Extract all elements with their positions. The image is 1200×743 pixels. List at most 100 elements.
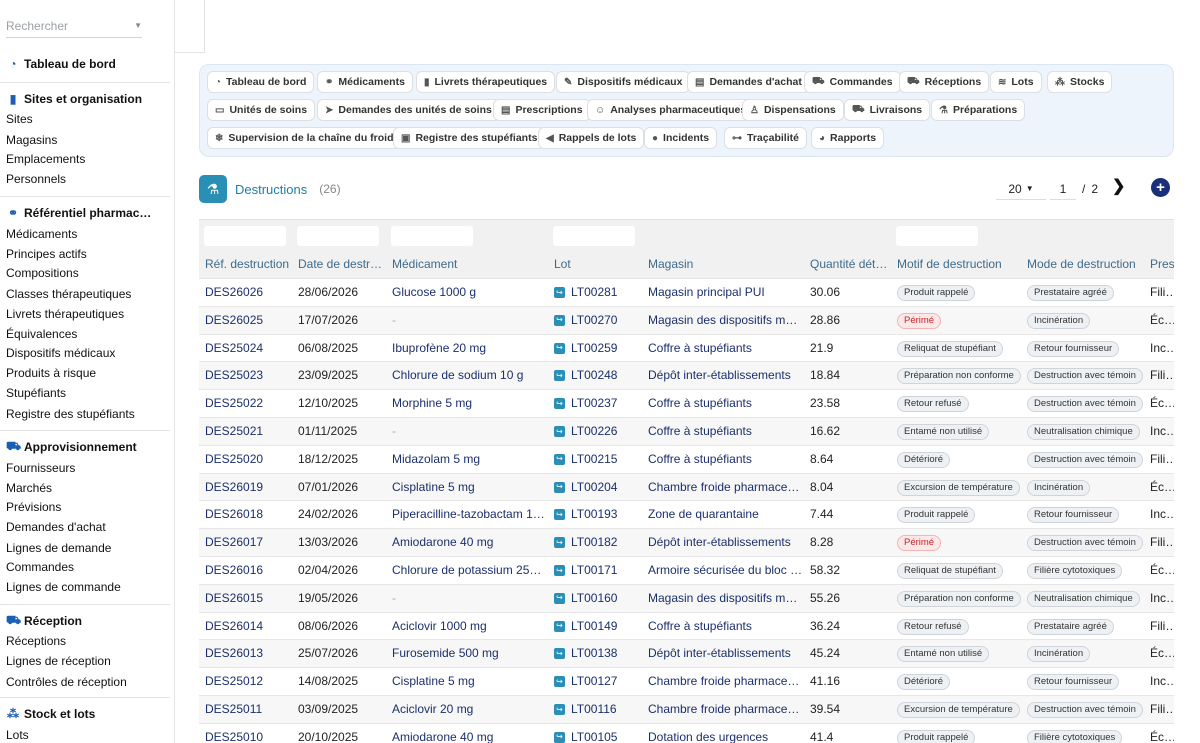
table-row[interactable]: DES25024 06/08/2025 Ibuprofène 20 mg ↪ LT002… xyxy=(199,333,1174,362)
store-link[interactable]: Magasin des dispositifs méd… xyxy=(648,585,803,612)
table-row[interactable]: DES25011 03/09/2025 Aciclovir 20 mg ↪ LT0011… xyxy=(199,695,1174,723)
page-size-select[interactable]: 20 ▼ xyxy=(996,178,1046,200)
lot-link[interactable]: ↪ LT00149 xyxy=(554,613,644,640)
destruction-ref-link[interactable]: DES25024 xyxy=(205,335,295,362)
store-link[interactable]: Chambre froide pharmaceut… xyxy=(648,696,803,723)
medication-link[interactable]: Amiodarone 40 mg xyxy=(392,529,547,556)
nav-pill-medicaments[interactable]: ⚭ Médicaments xyxy=(317,71,413,93)
sidebar-item-demandes-d-achat[interactable]: Demandes d'achat xyxy=(6,520,106,534)
lot-link[interactable]: ↪ LT00171 xyxy=(554,557,644,584)
sidebar-item-equivalences[interactable]: Équivalences xyxy=(6,327,77,341)
nav-pill-livraisons[interactable]: ⛟ Livraisons xyxy=(844,99,931,121)
nav-pill-preparations[interactable]: ⚗ Préparations xyxy=(931,99,1026,121)
store-link[interactable]: Coffre à stupéfiants xyxy=(648,335,803,362)
sidebar-item-produits-a-risque[interactable]: Produits à risque xyxy=(6,366,96,380)
nav-pill-receptions[interactable]: ⛟ Réceptions xyxy=(899,71,990,93)
table-row[interactable]: DES25020 18/12/2025 Midazolam 5 mg ↪ LT00215… xyxy=(199,444,1174,473)
sidebar-item-receptions[interactable]: Réceptions xyxy=(6,634,66,648)
medication-link[interactable]: Amiodarone 40 mg xyxy=(392,724,547,743)
sidebar-item-magasins[interactable]: Magasins xyxy=(6,133,57,147)
lot-link[interactable]: ↪ LT00160 xyxy=(554,585,644,612)
caret-down-icon[interactable]: ▼ xyxy=(134,21,142,30)
chevron-right-icon[interactable]: ❯ xyxy=(1112,176,1125,196)
medication-link[interactable]: Glucose 1000 g xyxy=(392,279,547,306)
nav-pill-lots[interactable]: ≋ Lots xyxy=(990,71,1042,93)
table-row[interactable]: DES26019 07/01/2026 Cisplatine 5 mg ↪ LT0020… xyxy=(199,472,1174,501)
table-row[interactable]: DES26017 13/03/2026 Amiodarone 40 mg ↪ LT001… xyxy=(199,528,1174,557)
store-link[interactable]: Coffre à stupéfiants xyxy=(648,613,803,640)
destruction-ref-link[interactable]: DES26015 xyxy=(205,585,295,612)
table-row[interactable]: DES25010 20/10/2025 Amiodarone 40 mg ↪ LT001… xyxy=(199,722,1174,743)
medication-link[interactable]: Piperacilline-tazobactam 10 … xyxy=(392,501,547,528)
store-link[interactable]: Chambre froide pharmaceut… xyxy=(648,474,803,501)
sidebar-item-personnels[interactable]: Personnels xyxy=(6,172,66,186)
store-link[interactable]: Dépôt inter-établissements xyxy=(648,362,803,389)
sidebar-item-dashboard[interactable]: ◔ Tableau de bord xyxy=(6,57,115,71)
store-link[interactable]: Coffre à stupéfiants xyxy=(648,390,803,417)
nav-pill-analyses-pharmaceutiques[interactable]: ☺ Analyses pharmaceutiques xyxy=(587,99,755,121)
plus-circle-icon[interactable]: + xyxy=(1151,178,1170,197)
store-link[interactable]: Magasin des dispositifs méd… xyxy=(648,307,803,334)
sidebar-item-principes-actifs[interactable]: Principes actifs xyxy=(6,247,87,261)
destruction-ref-link[interactable]: DES26014 xyxy=(205,613,295,640)
table-row[interactable]: DES26026 28/06/2026 Glucose 1000 g ↪ LT00281… xyxy=(199,278,1174,306)
medication-link[interactable]: Chlorure de sodium 10 g xyxy=(392,362,547,389)
column-filter-input[interactable] xyxy=(391,226,473,246)
lot-link[interactable]: ↪ LT00270 xyxy=(554,307,644,334)
destruction-ref-link[interactable]: DES25022 xyxy=(205,390,295,417)
table-row[interactable]: DES26013 25/07/2026 Furosemide 500 mg ↪ LT00… xyxy=(199,639,1174,668)
table-row[interactable]: DES25023 23/09/2025 Chlorure de sodium 10 … xyxy=(199,361,1174,390)
sidebar-section-referentiel-pharmac[interactable]: ⚭ Référentiel pharmac… xyxy=(6,206,151,220)
medication-link[interactable]: Chlorure de potassium 250 … xyxy=(392,557,547,584)
column-filter-input[interactable] xyxy=(896,226,978,246)
nav-pill-stocks[interactable]: ⁂ Stocks xyxy=(1047,71,1113,93)
sidebar-item-registre-des-stupefiants[interactable]: Registre des stupéfiants xyxy=(6,407,135,421)
table-row[interactable]: DES26025 17/07/2026 - ↪ LT00270 Magasin des d… xyxy=(199,305,1174,334)
destruction-ref-link[interactable]: DES26026 xyxy=(205,279,295,306)
nav-pill-unites-de-soins[interactable]: ▭ Unités de soins xyxy=(207,99,316,121)
nav-pill-dispensations[interactable]: ♙ Dispensations xyxy=(742,99,844,121)
destruction-ref-link[interactable]: DES26016 xyxy=(205,557,295,584)
destruction-ref-link[interactable]: DES26017 xyxy=(205,529,295,556)
sidebar-item-sites[interactable]: Sites xyxy=(6,112,33,126)
medication-link[interactable]: Furosemide 500 mg xyxy=(392,640,547,667)
destruction-ref-link[interactable]: DES26019 xyxy=(205,474,295,501)
nav-pill-incidents[interactable]: ● Incidents xyxy=(644,127,718,149)
table-row[interactable]: DES26015 19/05/2026 - ↪ LT00160 Magasin des d… xyxy=(199,583,1174,612)
sidebar-section-stock-et-lots[interactable]: ⁂ Stock et lots xyxy=(6,707,95,721)
store-link[interactable]: Zone de quarantaine xyxy=(648,501,803,528)
destruction-ref-link[interactable]: DES25010 xyxy=(205,724,295,743)
destruction-ref-link[interactable]: DES25023 xyxy=(205,362,295,389)
lot-link[interactable]: ↪ LT00259 xyxy=(554,335,644,362)
store-link[interactable]: Magasin principal PUI xyxy=(648,279,803,306)
column-header-mode-de-destruction[interactable]: Mode de destruction xyxy=(1027,257,1145,271)
destruction-ref-link[interactable]: DES25021 xyxy=(205,418,295,445)
lot-link[interactable]: ↪ LT00226 xyxy=(554,418,644,445)
sidebar-item-medicaments[interactable]: Médicaments xyxy=(6,227,77,241)
column-filter-input[interactable] xyxy=(204,226,286,246)
medication-link[interactable]: Aciclovir 20 mg xyxy=(392,696,547,723)
sidebar-item-controles-de-reception[interactable]: Contrôles de réception xyxy=(6,675,127,689)
column-header-prest[interactable]: Prest xyxy=(1150,257,1174,271)
medication-link[interactable]: Morphine 5 mg xyxy=(392,390,547,417)
nav-pill-commandes[interactable]: ⛟ Commandes xyxy=(804,71,901,93)
lot-link[interactable]: ↪ LT00237 xyxy=(554,390,644,417)
medication-link[interactable]: Cisplatine 5 mg xyxy=(392,668,547,695)
sidebar-item-lignes-de-commande[interactable]: Lignes de commande xyxy=(6,580,121,594)
lot-link[interactable]: ↪ LT00215 xyxy=(554,446,644,473)
lot-link[interactable]: ↪ LT00116 xyxy=(554,696,644,723)
sidebar-item-lignes-de-reception[interactable]: Lignes de réception xyxy=(6,654,111,668)
sidebar-item-livrets-therapeutiques[interactable]: Livrets thérapeutiques xyxy=(6,307,124,321)
destruction-ref-link[interactable]: DES25012 xyxy=(205,668,295,695)
medication-link[interactable]: Aciclovir 1000 mg xyxy=(392,613,547,640)
destruction-ref-link[interactable]: DES26025 xyxy=(205,307,295,334)
lot-link[interactable]: ↪ LT00204 xyxy=(554,474,644,501)
sidebar-item-fournisseurs[interactable]: Fournisseurs xyxy=(6,461,75,475)
store-link[interactable]: Dotation des urgences xyxy=(648,724,803,743)
current-page-input[interactable]: 1 xyxy=(1050,178,1076,200)
column-header-date-de-destr[interactable]: Date de destr… xyxy=(298,257,386,271)
column-header-medicament[interactable]: Médicament xyxy=(392,257,547,271)
table-row[interactable]: DES26018 24/02/2026 Piperacilline-tazobact… xyxy=(199,500,1174,528)
nav-pill-tracabilite[interactable]: ⊶ Traçabilité xyxy=(724,127,807,149)
lot-link[interactable]: ↪ LT00127 xyxy=(554,668,644,695)
